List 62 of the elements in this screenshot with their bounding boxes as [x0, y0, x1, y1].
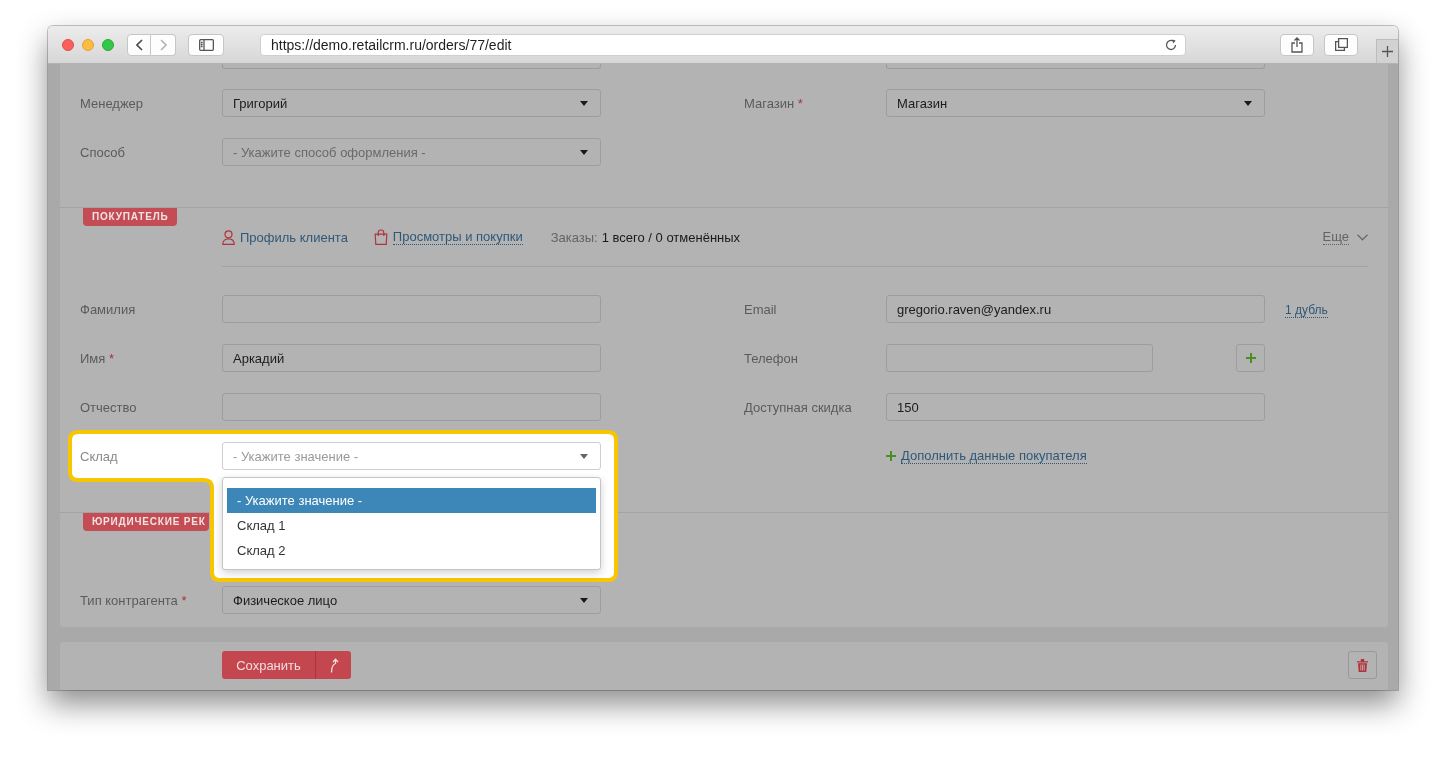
field-label: Телефон	[744, 350, 798, 366]
orders-count: 1 всего / 0 отменённых	[601, 229, 741, 245]
close-button[interactable]	[62, 38, 74, 51]
field-label: Тип контрагента *	[80, 592, 187, 608]
tabs-button[interactable]	[1324, 33, 1358, 56]
field-label: Фамилия	[80, 301, 136, 317]
add-button[interactable]	[1236, 344, 1265, 372]
caret-icon	[580, 597, 588, 603]
back-button[interactable]	[127, 33, 151, 56]
trash-icon	[1357, 658, 1368, 672]
field-label: Менеджер	[80, 95, 144, 111]
field-label: Магазин *	[744, 95, 803, 111]
tabs-icon	[1334, 38, 1348, 51]
dropdown-option[interactable]: Склад 2	[227, 538, 596, 563]
reload-icon	[1165, 38, 1177, 51]
input-field[interactable]: Аркадий	[222, 344, 601, 372]
section-badge: ПОКУПАТЕЛЬ	[83, 208, 178, 226]
input-field[interactable]	[886, 64, 1265, 69]
curved-arrow-button[interactable]	[315, 651, 351, 679]
save-button[interactable]: Сохранить	[222, 651, 315, 679]
add-data-link[interactable]: Дополнить данные покупателя	[886, 447, 1087, 465]
chevron-left-icon	[135, 38, 143, 51]
plus-icon	[1245, 353, 1256, 363]
profile-link[interactable]: Профиль клиента	[222, 229, 348, 245]
plus-icon	[1382, 46, 1393, 57]
caret-icon	[580, 100, 588, 106]
input-field[interactable]: 150	[886, 393, 1265, 421]
orders-label: Заказы:	[550, 229, 598, 245]
dropdown-option[interactable]: Склад 1	[227, 513, 596, 538]
select-field[interactable]: Магазин	[886, 89, 1265, 117]
caret-icon	[580, 453, 588, 459]
share-icon	[1291, 36, 1303, 53]
views-link[interactable]: Просмотры и покупки	[373, 229, 523, 245]
caret-icon	[1244, 100, 1252, 106]
curved-arrow-icon	[328, 657, 339, 673]
chevron-right-icon	[159, 38, 167, 51]
share-button[interactable]	[1280, 33, 1314, 56]
chevron-down-icon	[1357, 233, 1368, 241]
section-badge: ЮРИДИЧЕСКИЕ РЕК	[83, 513, 209, 531]
bag-icon	[373, 229, 388, 245]
new-tab-button[interactable]	[1376, 39, 1398, 63]
url-field[interactable]: https://demo.retailcrm.ru/orders/77/edit	[260, 33, 1186, 56]
field-label: Доступная скидка	[744, 399, 852, 415]
minimize-button[interactable]	[82, 38, 94, 51]
person-icon	[222, 229, 235, 245]
dropdown-option[interactable]: - Укажите значение -	[227, 488, 596, 513]
zoom-button[interactable]	[102, 38, 114, 51]
field-label: Склад	[80, 448, 118, 464]
select-field[interactable]: Физическое лицо	[222, 586, 601, 614]
input-field[interactable]: gregorio.raven@yandex.ru	[886, 295, 1265, 323]
delete-button[interactable]	[1348, 651, 1377, 679]
field-label: Отчество	[80, 399, 137, 415]
plus-icon	[886, 451, 896, 461]
sidebar-icon	[198, 38, 214, 51]
field-label: Способ	[80, 144, 125, 160]
input-field[interactable]	[222, 64, 601, 69]
duplicate-link[interactable]: 1 дубль	[1285, 303, 1328, 318]
select-field[interactable]: Григорий	[222, 89, 601, 117]
field-label: Имя *	[80, 350, 114, 366]
sidebar-button[interactable]	[188, 33, 224, 56]
caret-icon	[580, 149, 588, 155]
field-label: Email	[744, 301, 777, 317]
